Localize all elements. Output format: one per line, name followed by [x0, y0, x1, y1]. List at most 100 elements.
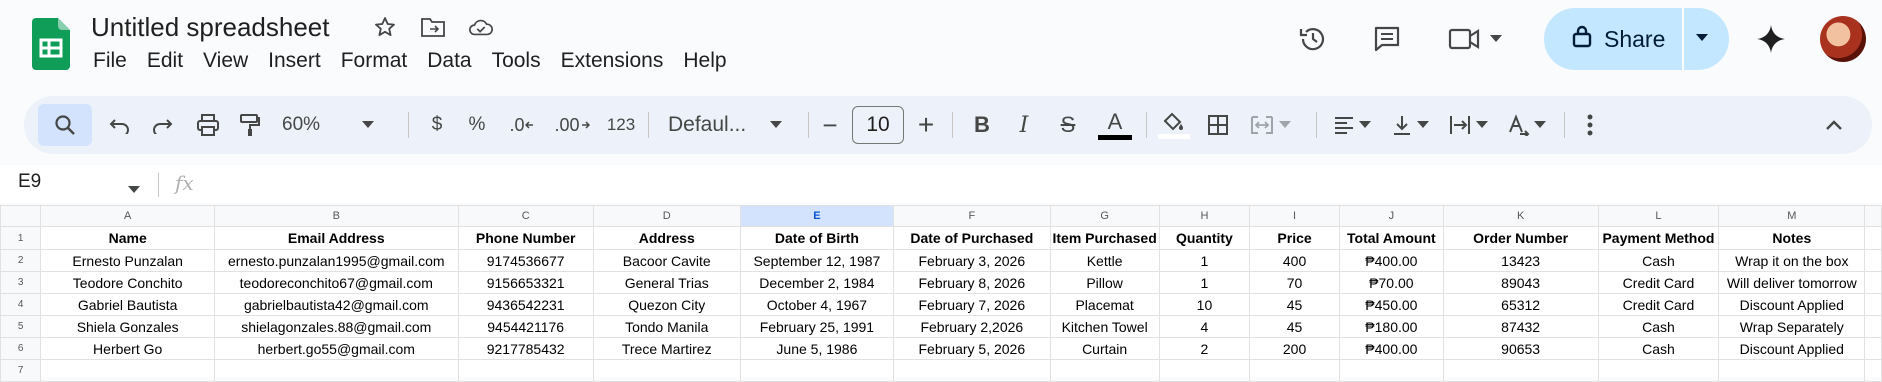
cell[interactable] — [893, 359, 1051, 382]
cell[interactable] — [1864, 359, 1882, 382]
text-rotation-icon[interactable] — [1500, 96, 1552, 154]
borders-icon[interactable] — [1198, 96, 1238, 154]
cell[interactable]: 45 — [1249, 293, 1340, 316]
cell[interactable]: October 4, 1967 — [739, 293, 895, 316]
star-icon[interactable] — [372, 14, 398, 40]
cell[interactable]: Kettle — [1049, 249, 1160, 272]
cell[interactable]: Cash — [1597, 315, 1720, 338]
cell[interactable] — [1864, 271, 1882, 294]
menu-help[interactable]: Help — [673, 49, 736, 73]
cell[interactable]: ₱450.00 — [1338, 293, 1444, 316]
search-menus-icon[interactable] — [38, 104, 92, 146]
menu-extensions[interactable]: Extensions — [551, 49, 674, 73]
cell[interactable]: Placemat — [1049, 293, 1160, 316]
row-header[interactable]: 6 — [0, 337, 42, 360]
cell[interactable]: ₱70.00 — [1338, 271, 1444, 294]
cell[interactable] — [1158, 359, 1251, 382]
cell[interactable]: Wrap Separately — [1718, 315, 1866, 338]
strikethrough-button[interactable]: S — [1050, 96, 1086, 154]
cell[interactable]: Cash — [1597, 337, 1720, 360]
cell[interactable]: Address — [592, 226, 741, 250]
cell[interactable]: February 5, 2026 — [893, 337, 1051, 360]
cell[interactable] — [1864, 337, 1882, 360]
cell[interactable]: Date of Purchased — [893, 226, 1051, 250]
cell[interactable]: 70 — [1249, 271, 1340, 294]
row-header[interactable]: 3 — [0, 271, 42, 294]
decrease-font-size-button[interactable]: − — [814, 96, 846, 154]
cell[interactable] — [1718, 359, 1866, 382]
chevron-down-icon[interactable] — [766, 96, 786, 154]
meet-video-icon[interactable] — [1448, 22, 1482, 56]
cell[interactable]: Date of Birth — [739, 226, 895, 250]
cell[interactable]: 9156653321 — [457, 271, 594, 294]
cell[interactable]: December 2, 1984 — [739, 271, 895, 294]
fill-color-icon[interactable] — [1154, 96, 1194, 154]
merge-cells-icon[interactable] — [1244, 96, 1296, 154]
cell[interactable]: Cash — [1597, 249, 1720, 272]
cell[interactable]: Name — [40, 226, 216, 250]
cell[interactable]: Gabriel Bautista — [40, 293, 216, 316]
cell[interactable]: 1 — [1158, 271, 1251, 294]
sheets-logo-icon[interactable] — [32, 18, 70, 70]
cell[interactable] — [1864, 226, 1882, 250]
version-history-icon[interactable] — [1296, 22, 1330, 56]
text-color-button[interactable]: A — [1096, 96, 1134, 154]
font-family-select[interactable]: Defaul... — [668, 96, 778, 154]
share-button[interactable]: Share — [1544, 8, 1682, 70]
menu-data[interactable]: Data — [417, 49, 481, 73]
column-header-b[interactable]: B — [214, 205, 459, 227]
cell[interactable]: June 5, 1986 — [739, 337, 895, 360]
comments-icon[interactable] — [1370, 22, 1404, 56]
menu-view[interactable]: View — [193, 49, 258, 73]
cell[interactable]: Quantity — [1158, 226, 1251, 250]
column-header-g[interactable]: G — [1049, 205, 1160, 227]
cell[interactable]: 9436542231 — [457, 293, 594, 316]
cell[interactable]: 9174536677 — [457, 249, 594, 272]
cell[interactable]: Credit Card — [1597, 271, 1720, 294]
row-header[interactable]: 4 — [0, 293, 42, 316]
currency-format-button[interactable]: $ — [422, 96, 452, 154]
gemini-icon[interactable] — [1754, 22, 1788, 56]
menu-insert[interactable]: Insert — [258, 49, 331, 73]
cell[interactable] — [1864, 293, 1882, 316]
cell[interactable]: Pillow — [1049, 271, 1160, 294]
cell[interactable] — [457, 359, 594, 382]
cell[interactable]: 45 — [1249, 315, 1340, 338]
undo-icon[interactable] — [102, 96, 138, 154]
cell[interactable] — [1049, 359, 1160, 382]
row-header[interactable]: 7 — [0, 359, 42, 382]
cell[interactable]: Bacoor Cavite — [592, 249, 741, 272]
cloud-saved-icon[interactable] — [468, 14, 494, 40]
column-header-h[interactable]: H — [1158, 205, 1251, 227]
vertical-align-icon[interactable] — [1384, 96, 1436, 154]
horizontal-align-icon[interactable] — [1326, 96, 1378, 154]
cell[interactable]: 89043 — [1442, 271, 1599, 294]
row-header[interactable]: 5 — [0, 315, 42, 338]
cell[interactable]: Wrap it on the box — [1718, 249, 1866, 272]
cell[interactable]: Total Amount — [1338, 226, 1444, 250]
cell[interactable]: 200 — [1249, 337, 1340, 360]
cell[interactable] — [40, 359, 216, 382]
increase-decimal-button[interactable]: .00 — [548, 96, 596, 154]
row-header[interactable]: 1 — [0, 226, 42, 250]
cell[interactable]: Email Address — [214, 226, 459, 250]
cell[interactable] — [739, 359, 895, 382]
cell[interactable]: Tondo Manila — [592, 315, 741, 338]
document-title[interactable]: Untitled spreadsheet — [91, 12, 329, 43]
cell[interactable]: Herbert Go — [40, 337, 216, 360]
print-icon[interactable] — [190, 96, 226, 154]
menu-edit[interactable]: Edit — [137, 49, 193, 73]
cell[interactable]: ₱180.00 — [1338, 315, 1444, 338]
cell[interactable]: Kitchen Towel — [1049, 315, 1160, 338]
formula-input[interactable] — [220, 171, 1860, 197]
column-header-l[interactable]: L — [1597, 205, 1720, 227]
cell[interactable]: Discount Applied — [1718, 293, 1866, 316]
cell[interactable]: Item Purchased — [1049, 226, 1160, 250]
font-size-input[interactable]: 10 — [852, 106, 904, 144]
cell[interactable]: Quezon City — [592, 293, 741, 316]
chevron-down-icon[interactable] — [1486, 22, 1506, 56]
increase-font-size-button[interactable]: + — [910, 96, 942, 154]
cell[interactable]: September 12, 1987 — [739, 249, 895, 272]
cell[interactable]: 10 — [1158, 293, 1251, 316]
decrease-decimal-button[interactable]: .0 — [502, 96, 542, 154]
